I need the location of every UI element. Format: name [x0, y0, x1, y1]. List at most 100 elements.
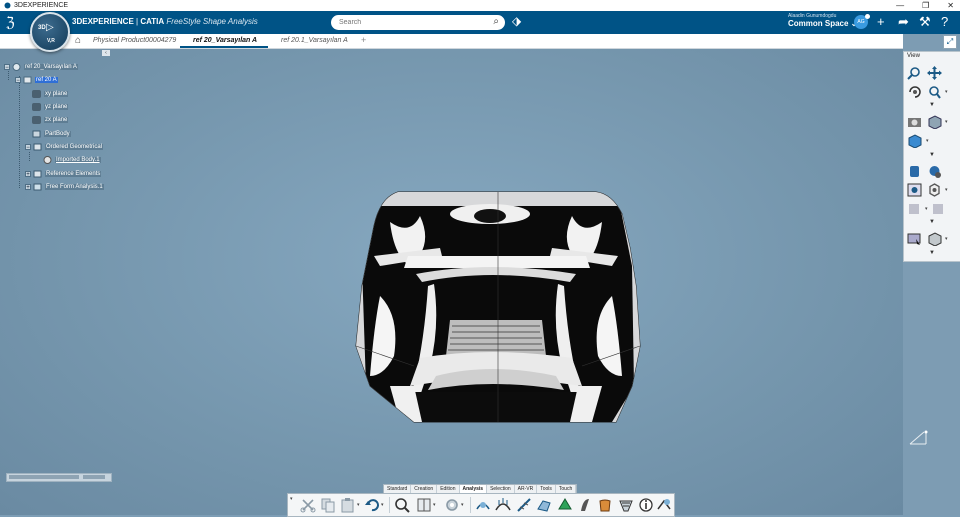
action-bar: ▾ ▾ ▾ ▾ ▾ [287, 493, 675, 517]
add-icon[interactable]: + [877, 14, 885, 29]
dropdown-arrow-icon[interactable]: ▾ [925, 206, 928, 212]
undo-icon[interactable] [364, 497, 380, 513]
part-icon [23, 76, 32, 84]
tag-icon[interactable]: ⬗ [512, 14, 521, 28]
tree-node-ordered-geometrical-set[interactable]: − Ordered Geometrical [25, 142, 104, 152]
tree-node-xy-plane[interactable]: xy plane [32, 89, 69, 99]
dropdown-arrow-icon[interactable]: ▾ [433, 502, 436, 508]
clipping-icon[interactable] [907, 202, 922, 216]
share-icon[interactable]: ➦ [898, 14, 909, 30]
curvature-icon[interactable] [495, 497, 511, 513]
search-box[interactable]: ⌕ [331, 15, 505, 30]
collapse-toggle-icon[interactable]: − [4, 64, 10, 71]
chevron-down-icon[interactable]: ▼ [929, 250, 935, 256]
tree-node-free-form-analysis[interactable]: + Free Form Analysis.1 [25, 182, 104, 192]
search-input[interactable] [339, 17, 479, 28]
compass-widget[interactable]: 3D ▷ V,R [30, 12, 70, 52]
tree-node-imported-body[interactable]: Imported Body.1 [43, 155, 101, 165]
copy-icon[interactable] [320, 497, 336, 513]
tree-horizontal-scrollbar[interactable] [6, 473, 112, 482]
3d-model-surface[interactable] [350, 186, 642, 431]
tree-node-zx-plane[interactable]: zx plane [32, 115, 69, 125]
search-icon[interactable]: ⌕ [493, 16, 499, 27]
dropdown-arrow-icon[interactable]: ▾ [461, 502, 464, 508]
top-bar: ℨ 3DEXPERIENCE | CATIA FreeStyle Shape A… [0, 11, 960, 34]
tab-ref20-1[interactable]: ref 20.1_Varsayılan A [281, 37, 348, 44]
ground-icon[interactable] [907, 183, 922, 197]
render-style-icon[interactable] [907, 134, 922, 148]
dropdown-arrow-icon[interactable]: ▾ [945, 187, 948, 193]
user-info[interactable]: Alaadin Gunumdogdu Common Space ⌄ [788, 13, 857, 28]
collapse-toggle-icon[interactable]: − [15, 77, 21, 84]
fullscreen-icon[interactable]: ⤢ [943, 35, 957, 49]
home-icon[interactable]: ⌂ [75, 35, 81, 46]
apply-dress-up-icon[interactable] [656, 497, 672, 513]
tools-icon[interactable]: ⚒ [919, 14, 931, 30]
catalog-icon[interactable] [416, 497, 432, 513]
tab-physical-product[interactable]: Physical Product00004279 [93, 37, 176, 44]
reference-elements-icon [33, 170, 42, 178]
zoom-area-icon[interactable] [927, 85, 942, 99]
selection-icon[interactable] [907, 232, 922, 246]
avatar[interactable]: AG [854, 14, 870, 29]
view-toolbar-title: View [907, 53, 920, 59]
chevron-down-icon[interactable]: ▼ [929, 219, 935, 225]
chevron-down-icon[interactable]: ▾ [290, 496, 293, 502]
pan-icon[interactable] [927, 66, 942, 80]
help-icon[interactable]: ? [941, 14, 948, 29]
plane-icon [32, 103, 41, 111]
zoom-icon[interactable] [907, 66, 922, 80]
measure-icon[interactable] [394, 497, 410, 513]
close-button[interactable]: ✕ [947, 0, 954, 11]
scrollbar-thumb[interactable] [9, 475, 79, 479]
tree-node-reference-elements[interactable]: + Reference Elements [25, 169, 102, 179]
collab-space-selector[interactable]: Common Space ⌄ [788, 19, 857, 28]
expand-toggle-icon[interactable]: + [25, 184, 31, 191]
info-icon[interactable] [638, 497, 654, 513]
tab-ref20[interactable]: ref 20_Varsayılan A [193, 37, 257, 44]
surfacic-curvature-icon[interactable] [536, 497, 552, 513]
dropdown-arrow-icon[interactable]: ▾ [945, 119, 948, 125]
ds-logo-icon[interactable]: ℨ [6, 15, 15, 31]
active-tab-indicator [180, 46, 268, 48]
paste-icon[interactable] [340, 497, 356, 513]
isophotes-icon[interactable] [618, 497, 634, 513]
tree-node-partbody[interactable]: PartBody [32, 129, 71, 139]
maximize-button[interactable]: ❐ [922, 0, 929, 11]
settings-icon[interactable] [444, 497, 460, 513]
tab-bar: ⌂ Physical Product00004279 ref 20_Varsay… [0, 34, 903, 49]
dropdown-arrow-icon[interactable]: ▾ [945, 89, 948, 95]
quick-select-icon[interactable] [927, 232, 942, 246]
swap-visible-icon[interactable] [927, 164, 942, 178]
dropdown-arrow-icon[interactable]: ▾ [357, 502, 360, 508]
tree-node-root[interactable]: − ref 20_Varsayılan A [4, 62, 78, 72]
dropdown-arrow-icon[interactable]: ▾ [926, 138, 929, 144]
reflect-lines-icon[interactable] [597, 497, 613, 513]
minimize-button[interactable]: — [896, 0, 904, 11]
tree-node-yz-plane[interactable]: yz plane [32, 102, 69, 112]
capture-icon[interactable] [907, 115, 922, 129]
dropdown-arrow-icon[interactable]: ▾ [945, 236, 948, 242]
analysis-icon [33, 183, 42, 191]
expand-toggle-icon[interactable]: + [25, 171, 31, 178]
tree-collapse-button[interactable]: ‹ [102, 50, 110, 56]
connect-checker-icon[interactable] [475, 497, 491, 513]
settings-icon[interactable] [927, 183, 942, 197]
chevron-down-icon[interactable]: ▼ [929, 152, 935, 158]
porcupine-icon[interactable] [516, 497, 532, 513]
cut-icon[interactable] [300, 497, 316, 513]
rotate-icon[interactable] [907, 85, 922, 99]
chevron-down-icon[interactable]: ▼ [929, 102, 935, 108]
brand-title: 3DEXPERIENCE | CATIA FreeStyle Shape Ana… [72, 17, 258, 26]
add-tab-icon[interactable]: + [361, 35, 366, 45]
hide-show-icon[interactable] [907, 164, 922, 178]
app-logo-icon [4, 2, 11, 9]
imported-body-icon [43, 156, 52, 164]
highlight-icon[interactable] [577, 497, 593, 513]
collapse-toggle-icon[interactable]: − [25, 144, 31, 151]
view-mode-icon[interactable] [927, 115, 942, 129]
tree-node-part[interactable]: − ref 20 A [15, 75, 58, 85]
section-icon[interactable] [931, 202, 946, 216]
dropdown-arrow-icon[interactable]: ▾ [381, 502, 384, 508]
draft-analysis-icon[interactable] [557, 497, 573, 513]
